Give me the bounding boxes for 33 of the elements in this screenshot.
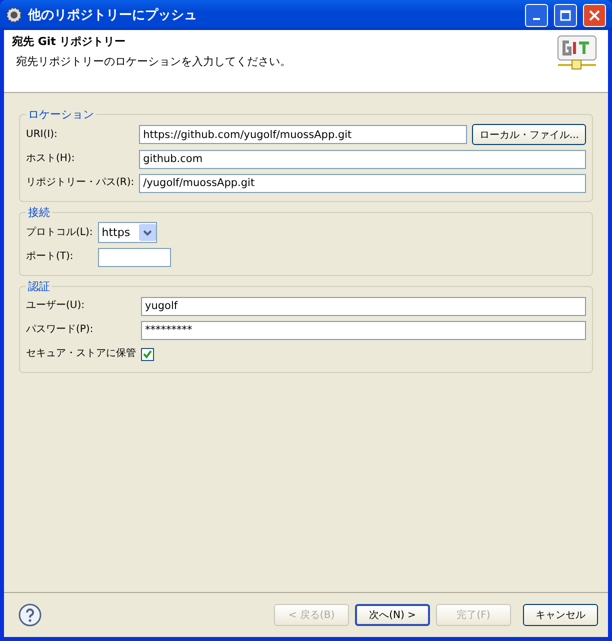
minimize-icon <box>533 18 540 20</box>
text-field[interactable]: https://github.com/yugolf/muossApp.git <box>139 125 468 144</box>
gear-icon <box>6 7 22 23</box>
field-label: パスワード(P): <box>26 323 94 337</box>
help-icon[interactable] <box>18 603 42 627</box>
checkbox-label: セキュア・ストアに保管 <box>26 347 136 361</box>
field-label: リポジトリー・パス(R): <box>26 176 134 190</box>
close-button[interactable] <box>583 4 606 26</box>
minimize-button[interactable] <box>525 4 548 26</box>
dialog-button[interactable]: キャンセル <box>523 604 598 626</box>
group-title: 接続 <box>27 205 51 220</box>
port-field[interactable] <box>98 248 171 266</box>
field-label: ホスト(H): <box>26 152 76 166</box>
dialog-button[interactable]: 次へ(N) > <box>355 604 430 626</box>
group-title: ロケーション <box>27 107 95 122</box>
field-label: URI(I): <box>26 128 58 142</box>
group-title: 認証 <box>27 279 51 294</box>
checkbox[interactable] <box>141 348 154 360</box>
browse-button[interactable]: ローカル・ファイル... <box>472 124 586 145</box>
page-title: 宛先 Git リポジトリー <box>12 34 127 49</box>
close-icon <box>589 10 600 20</box>
maximize-icon <box>560 10 571 20</box>
field-label: プロトコル(L): <box>26 226 93 240</box>
text-field[interactable]: /yugolf/muossApp.git <box>139 174 586 192</box>
field-label: ユーザー(U): <box>26 299 86 313</box>
maximize-button[interactable] <box>554 4 577 26</box>
text-field[interactable]: ********* <box>141 320 586 340</box>
page-description: 宛先リポジトリーのロケーションを入力してください。 <box>15 54 292 69</box>
text-field[interactable]: yugolf <box>141 296 586 316</box>
field-label: ポート(T): <box>26 250 74 264</box>
protocol-dropdown[interactable]: https <box>98 222 157 243</box>
window-title: 他のリポジトリーにプッシュ <box>28 6 198 24</box>
text-field[interactable]: github.com <box>139 150 586 168</box>
